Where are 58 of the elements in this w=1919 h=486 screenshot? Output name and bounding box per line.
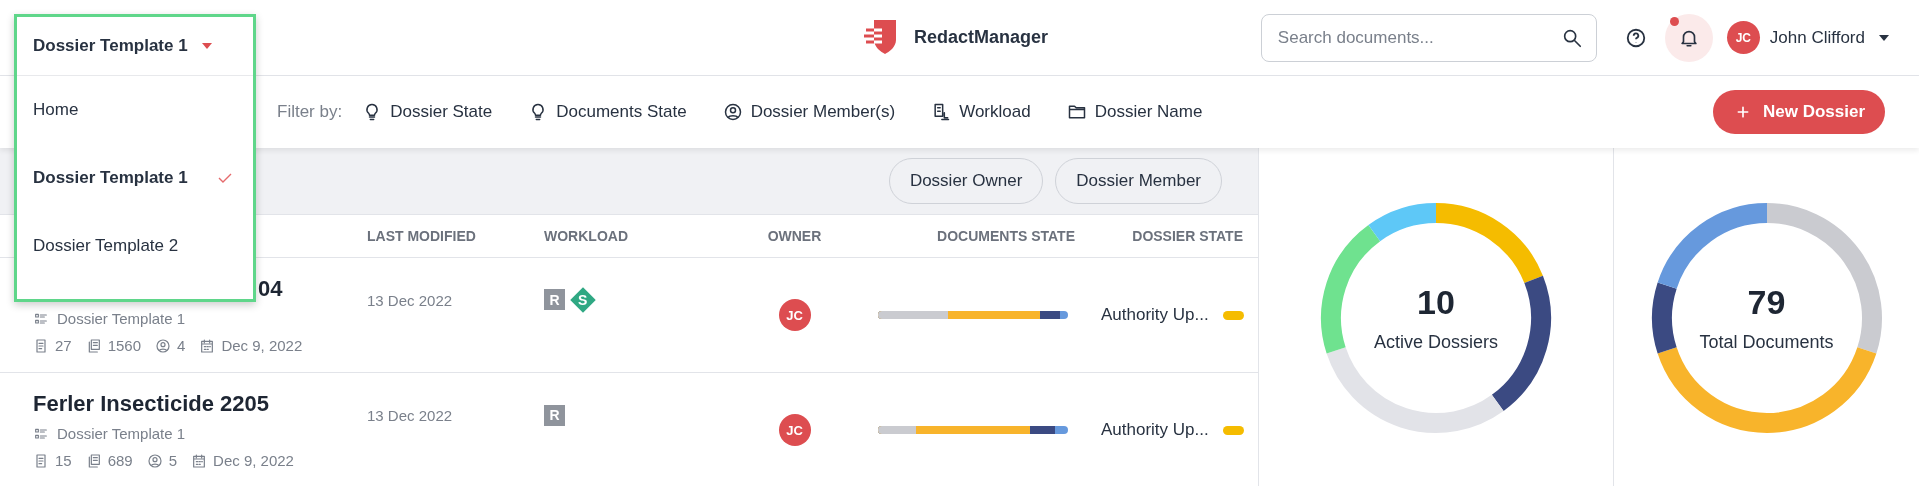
menu-item[interactable]: Dossier Template 1 <box>17 144 253 212</box>
owner-avatar: JC <box>778 414 811 446</box>
filter-option[interactable]: Dossier State <box>362 102 493 122</box>
dossier-state: Authority Up... <box>1101 305 1209 325</box>
dossier-state: Authority Up... <box>1101 420 1209 440</box>
member-count: 5 <box>168 452 178 469</box>
help-icon[interactable] <box>1624 26 1647 49</box>
app-name: RedactManager <box>914 26 1049 48</box>
stat-value: 10 <box>1417 283 1455 322</box>
caret-icon <box>201 43 212 49</box>
created-date: Dec 9, 2022 <box>221 337 303 354</box>
checkmark-icon <box>217 173 232 183</box>
stat-label: Active Dossiers <box>1374 332 1498 353</box>
workload-badge: R <box>544 289 565 310</box>
workload-badge: R <box>544 404 565 426</box>
created-date: Dec 9, 2022 <box>213 452 294 469</box>
document-list-icon <box>931 102 952 122</box>
menu-item[interactable]: Home <box>17 76 253 144</box>
column-header[interactable]: DOSSIER STATE <box>1101 228 1271 244</box>
member-count: 4 <box>177 337 186 354</box>
column-header[interactable]: DOCUMENTS STATE <box>847 228 1101 244</box>
new-dossier-button[interactable]: New Dossier <box>1712 90 1885 134</box>
document-count: 27 <box>55 337 72 354</box>
dossier-name[interactable]: Ferler Insecticide 2205 <box>33 391 270 416</box>
document-icon <box>33 337 49 354</box>
last-modified: 13 Dec 2022 <box>367 406 454 424</box>
user-circle-icon <box>155 337 172 354</box>
filter-option[interactable]: Workload <box>931 102 1031 122</box>
column-header[interactable]: WORKLOAD <box>544 228 742 244</box>
owner-avatar: JC <box>778 299 811 331</box>
calendar-icon <box>199 337 216 354</box>
menu-item[interactable]: Dossier Template 2 <box>17 212 253 280</box>
document-icon <box>33 452 49 469</box>
user-circle-icon <box>722 102 743 122</box>
page-count: 1560 <box>107 337 142 354</box>
document-count: 15 <box>55 452 72 469</box>
user-circle-icon <box>146 452 163 469</box>
filter-option[interactable]: Dossier Member(s) <box>722 102 896 122</box>
filter-option[interactable]: Documents State <box>528 102 687 122</box>
user-name[interactable]: John Clifford <box>1769 27 1865 48</box>
dossier-template: Dossier Template 1 <box>57 425 186 442</box>
column-header[interactable]: LAST MODIFIED <box>367 228 544 244</box>
last-modified: 13 Dec 2022 <box>367 291 454 309</box>
folder-icon <box>1066 102 1087 122</box>
calendar-icon <box>191 452 208 469</box>
search-field[interactable]: Search documents... <box>1260 13 1597 62</box>
template-selector[interactable]: Dossier Template 1 <box>17 17 253 76</box>
user-avatar[interactable]: JC <box>1726 21 1760 54</box>
filter-label: Filter by: <box>277 102 343 122</box>
filter-option[interactable]: Dossier Name <box>1066 102 1203 122</box>
stat-value: 79 <box>1747 283 1786 322</box>
dossier-template: Dossier Template 1 <box>57 310 186 327</box>
workload-badge: S <box>570 287 596 313</box>
column-header[interactable]: OWNER <box>742 228 847 244</box>
dossier-name[interactable]: 04 <box>258 276 283 301</box>
stat-label: Total Documents <box>1699 332 1834 353</box>
caret-icon[interactable] <box>1879 34 1889 41</box>
page-count: 689 <box>107 452 133 469</box>
